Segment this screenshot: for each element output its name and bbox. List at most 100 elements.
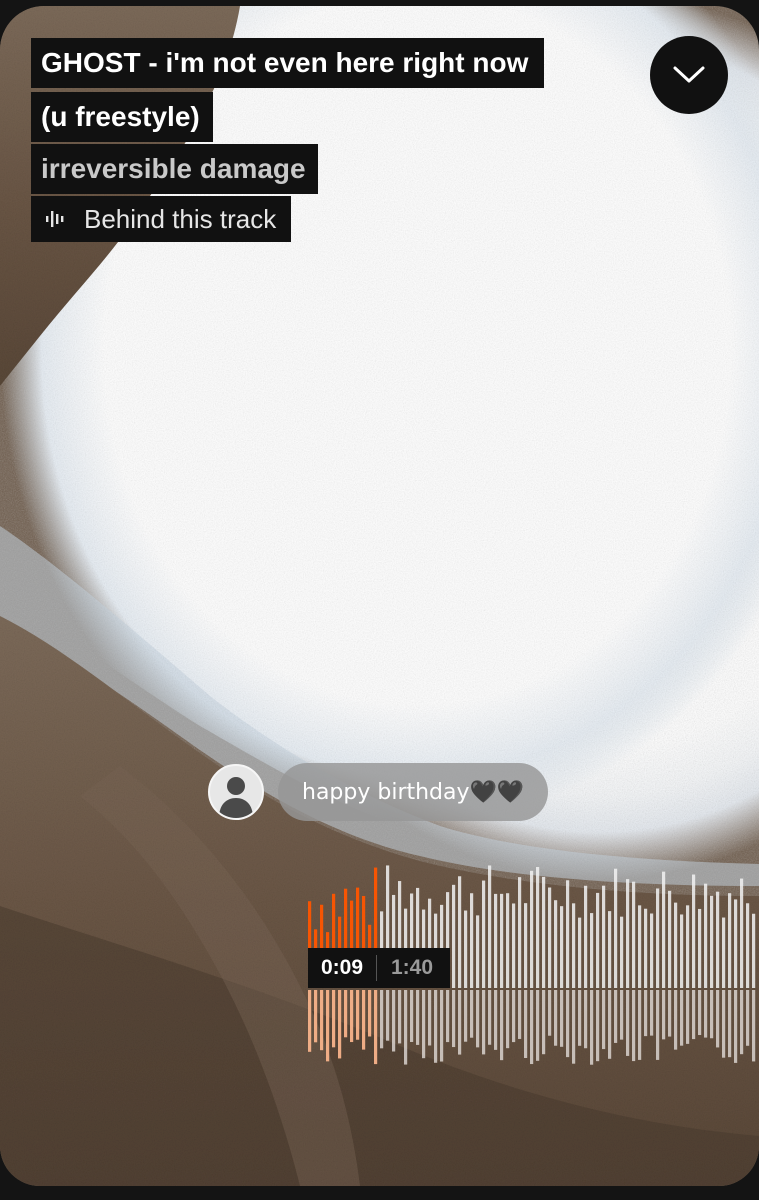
waveform-reflection-bar bbox=[692, 990, 696, 1040]
waveform-bar bbox=[710, 895, 714, 988]
waveform-reflection-bar bbox=[524, 990, 528, 1058]
waveform-bar bbox=[698, 908, 702, 988]
waveform-bar bbox=[728, 893, 732, 988]
track-title-continued[interactable]: (u freestyle) bbox=[31, 92, 213, 142]
waveform-reflection-bar bbox=[668, 990, 672, 1037]
current-time: 0:09 bbox=[320, 956, 364, 979]
waveform-reflection-bar bbox=[674, 990, 678, 1050]
comment-bubble[interactable]: happy birthday🖤🖤 bbox=[278, 763, 549, 821]
waveform-reflection-bar bbox=[356, 990, 360, 1040]
waveform-bar bbox=[554, 900, 558, 988]
waveform-reflection-bar bbox=[326, 990, 330, 1062]
waveform-reflection-bar bbox=[602, 990, 606, 1050]
waveform-reflection-bar bbox=[548, 990, 552, 1036]
behind-this-track-button[interactable]: Behind this track bbox=[31, 196, 292, 242]
waveform-reflection-bar bbox=[644, 990, 648, 1037]
waveform-bar bbox=[572, 903, 576, 988]
waveform-reflection-bar bbox=[662, 990, 666, 1040]
waveform-reflection-bar bbox=[464, 990, 468, 1042]
waveform-bar bbox=[590, 913, 594, 988]
waveform-reflection-bar bbox=[470, 990, 474, 1038]
waveform-reflection-bar bbox=[392, 990, 396, 1052]
waveform-reflection-bar bbox=[434, 990, 438, 1063]
waveform-reflection-bar bbox=[536, 990, 540, 1061]
waveform-bar bbox=[596, 892, 600, 988]
waveform-reflection-bar bbox=[740, 990, 744, 1055]
waveform-icon bbox=[46, 211, 64, 227]
waveform-reflection-bar bbox=[632, 990, 636, 1062]
waveform-reflection-bar bbox=[446, 990, 450, 1043]
waveform-reflection-bar bbox=[350, 990, 354, 1043]
waveform-bar bbox=[488, 865, 492, 988]
waveform-reflection-bar bbox=[542, 990, 546, 1055]
waveform-bar bbox=[632, 881, 636, 988]
waveform-bar bbox=[704, 883, 708, 988]
waveform-bar bbox=[476, 915, 480, 988]
waveform-bar bbox=[620, 916, 624, 988]
waveform-bar bbox=[506, 893, 510, 988]
waveform-bar bbox=[692, 874, 696, 988]
waveform-reflection-bar bbox=[566, 990, 570, 1058]
waveform-reflection-bar bbox=[308, 990, 312, 1052]
waveform-bar bbox=[668, 890, 672, 988]
waveform-bar bbox=[548, 887, 552, 988]
track-title[interactable]: GHOST - i'm not even here right now bbox=[31, 38, 545, 88]
waveform-bar bbox=[512, 903, 516, 988]
waveform-bar bbox=[662, 871, 666, 988]
waveform-bar bbox=[500, 893, 504, 988]
waveform-bar bbox=[656, 888, 660, 988]
waveform-reflection-bar bbox=[728, 990, 732, 1058]
timed-comment[interactable]: happy birthday🖤🖤 bbox=[208, 763, 549, 821]
waveform-reflection-bar bbox=[404, 990, 408, 1065]
waveform-bar bbox=[464, 910, 468, 988]
waveform-bar bbox=[674, 902, 678, 988]
waveform-reflection-bar bbox=[338, 990, 342, 1059]
waveform-bar bbox=[752, 913, 756, 988]
waveform-reflection-bar bbox=[656, 990, 660, 1060]
player-view: GHOST - i'm not even here right now (u f… bbox=[0, 6, 759, 1186]
waveform-reflection-bar bbox=[620, 990, 624, 1040]
waveform-reflection-bar bbox=[596, 990, 600, 1062]
waveform-bar bbox=[722, 917, 726, 988]
waveform-bar bbox=[626, 879, 630, 988]
waveform-reflection-bar bbox=[746, 990, 750, 1046]
waveform-reflection-bar bbox=[410, 990, 414, 1042]
waveform-reflection-bar bbox=[494, 990, 498, 1050]
avatar[interactable] bbox=[208, 764, 264, 820]
waveform-reflection-bar bbox=[722, 990, 726, 1058]
waveform-bar bbox=[560, 906, 564, 988]
collapse-button[interactable] bbox=[650, 36, 728, 114]
waveform-reflection-bar bbox=[698, 990, 702, 1036]
waveform-reflection-bar bbox=[452, 990, 456, 1048]
waveform-bar bbox=[530, 870, 534, 988]
waveform-bar bbox=[734, 899, 738, 988]
waveform-reflection-bar bbox=[572, 990, 576, 1064]
waveform-reflection-bar bbox=[704, 990, 708, 1038]
waveform-reflection-bar bbox=[314, 990, 318, 1043]
waveform-reflection-bar bbox=[416, 990, 420, 1045]
waveform-reflection-bar bbox=[608, 990, 612, 1059]
waveform-reflection-bar bbox=[320, 990, 324, 1051]
artist-name-text: irreversible damage bbox=[41, 153, 306, 184]
waveform-bar bbox=[566, 880, 570, 988]
waveform-bar bbox=[686, 905, 690, 988]
chevron-down-icon bbox=[673, 66, 705, 83]
waveform-bar bbox=[740, 878, 744, 988]
waveform-reflection-bar bbox=[398, 990, 402, 1044]
waveform-reflection-bar bbox=[560, 990, 564, 1047]
track-title-text: GHOST - i'm not even here right now bbox=[41, 47, 529, 78]
waveform-bar bbox=[452, 884, 456, 988]
waveform-reflection-bar bbox=[380, 990, 384, 1049]
waveform-reflection-bar bbox=[368, 990, 372, 1037]
waveform-reflection-bar bbox=[500, 990, 504, 1061]
waveform-bar bbox=[644, 908, 648, 988]
comment-text: happy birthday🖤🖤 bbox=[302, 779, 525, 805]
waveform-bar bbox=[680, 914, 684, 988]
artist-name[interactable]: irreversible damage bbox=[31, 144, 318, 194]
waveform-reflection-bar bbox=[422, 990, 426, 1059]
track-title-text-continued: (u freestyle) bbox=[41, 101, 200, 132]
waveform-bar bbox=[470, 893, 474, 988]
waveform-bar bbox=[716, 891, 720, 988]
waveform-bar bbox=[614, 868, 618, 988]
waveform-reflection-bar bbox=[332, 990, 336, 1048]
